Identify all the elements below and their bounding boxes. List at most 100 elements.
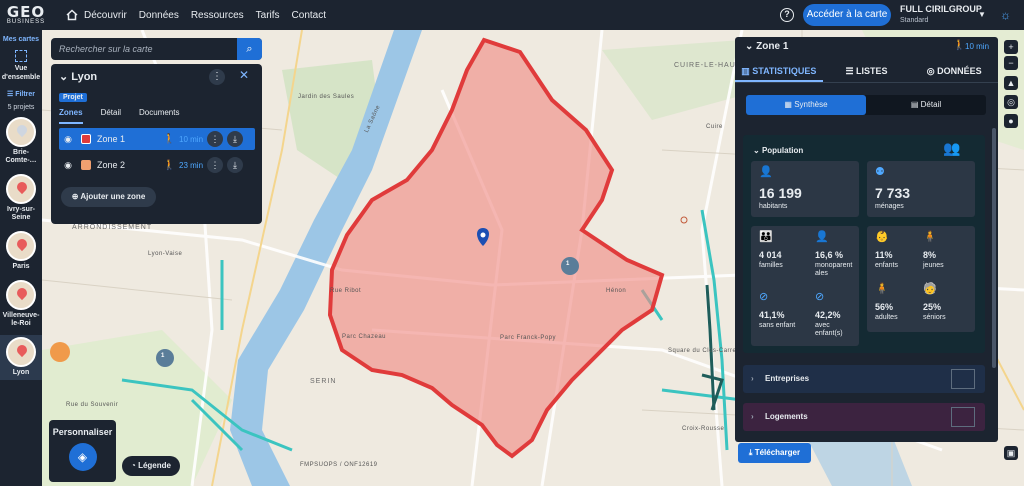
search-button[interactable]: ⌕ [237,38,262,60]
nav-item-contact[interactable]: Contact [292,10,326,21]
zone-menu-button[interactable]: ⋮ [207,157,223,173]
eye-icon: ◎ [926,66,935,76]
chevron-down-icon[interactable]: ▼ [978,10,986,19]
zone-title-label: Zone 1 [756,41,789,52]
youth-value: 8% [923,250,937,260]
download-label: Télécharger [754,448,801,457]
zone-row-1[interactable]: ◉ Zone 1 🚶 10 min ⋮ ⤓ [59,128,255,150]
compass-icon[interactable]: ▲ [1004,76,1018,90]
help-icon[interactable]: ? [780,8,794,22]
sidebar-project-paris[interactable]: Paris [0,229,42,274]
zoom-in-button[interactable]: + [1004,40,1018,54]
house-icon [951,407,975,427]
save-icon[interactable]: ▣ [1004,446,1018,460]
poi-cluster-marker[interactable] [561,257,579,275]
logo-tagline: BUSINESS [6,19,46,25]
adult-icon: 🧍 [875,283,889,295]
segment-detail[interactable]: ▤ Détail [866,95,986,115]
zone-menu-button[interactable]: ⋮ [207,131,223,147]
layers-button[interactable]: ◈ [68,443,97,471]
nav-item-ressources[interactable]: Ressources [191,10,244,21]
project-marker[interactable] [50,342,70,362]
tab-listes[interactable]: ☰ LISTES [823,59,911,82]
section-label: Entreprises [765,374,810,383]
adults-label: adultes [875,314,898,321]
population-header[interactable]: ⌄ Population [753,146,803,155]
tab-documents[interactable]: Documents [139,108,179,124]
section-entreprises[interactable]: › Entreprises [743,365,985,393]
zone-color-swatch[interactable] [81,134,91,144]
tab-donnees[interactable]: ◎ DONNÉES [910,59,998,82]
zone-row-2[interactable]: ◉ Zone 2 🚶 23 min ⋮ ⤓ [59,154,255,176]
nav-item-decouvrir[interactable]: Découvrir [84,10,127,21]
senior-icon: 🧓 [923,283,937,295]
segment-label: Détail [920,100,942,109]
stats-scrollbar[interactable] [992,128,996,368]
with-child-icon: ⊘ [815,291,825,303]
nav-item-donnees[interactable]: Données [139,10,179,21]
filter-button[interactable]: ☰ Filtrer [0,90,42,98]
seniors-label: séniors [923,314,946,321]
search-input[interactable] [51,38,237,60]
sidebar-project-ivry[interactable]: Ivry-sur-Seine [0,172,42,225]
zone-name: Zone 2 [97,160,126,170]
download-button[interactable]: ⤓ Télécharger [738,443,811,463]
zoom-out-button[interactable]: − [1004,56,1018,70]
street-view-icon[interactable]: ● [1004,114,1018,128]
map-label: Square du Clos-Carret [668,348,739,354]
chevron-down-icon[interactable]: ⌄ [745,41,753,52]
tab-zones[interactable]: Zones [59,108,83,124]
download-icon[interactable]: ⤓ [227,131,243,147]
map-label: Rue Ribot [330,288,362,294]
logo-text: GEO [6,3,46,21]
access-map-button[interactable]: Accéder à la carte [803,4,891,26]
age-stat-group: 👶 11% enfants 🧍 8% jeunes 🧍 56% adultes … [867,226,975,332]
locate-icon[interactable]: ◎ [1004,95,1018,109]
sidebar-project-label: Ivry-sur-Seine [6,206,35,221]
poi-cluster-marker[interactable] [156,349,174,367]
theme-toggle-icon[interactable]: ☼ [1000,8,1011,22]
no-child-label: sans enfant [759,322,796,329]
eye-icon[interactable]: ◉ [59,160,77,171]
legend-label: Légende [138,461,171,470]
overview-button[interactable]: Vue d'ensemble [0,48,42,82]
with-child-label: avec enfant(s) [815,322,843,337]
seniors-value: 25% [923,302,942,312]
project-menu-button[interactable]: ⋮ [209,69,225,85]
project-title[interactable]: ⌄ Lyon [59,70,97,83]
zone-title[interactable]: ⌄ Zone 1 [745,41,788,52]
chevron-down-icon[interactable]: ⌄ [753,146,760,155]
sidebar-project-brie[interactable]: Brie-Comte-… [0,115,42,168]
chevron-down-icon[interactable]: ⌄ [59,71,68,83]
close-icon[interactable]: ✕ [239,68,249,82]
top-bar: GEO BUSINESS Découvrir Données Ressource… [0,0,1024,30]
eye-icon[interactable]: ◉ [59,134,77,145]
zone-name: Zone 1 [97,134,126,144]
tab-statistiques[interactable]: ▥ STATISTIQUES [735,59,823,82]
adults-value: 56% [875,302,894,312]
cluster-count: 1 [161,353,165,359]
download-icon[interactable]: ⤓ [227,157,243,173]
tab-label: DONNÉES [937,66,982,76]
project-tag: Projet [59,93,87,102]
account-menu[interactable]: FULL CIRILGROUP Standard [900,4,990,26]
segment-synthese[interactable]: ▦ Synthèse [746,95,866,115]
nav-item-tarifs[interactable]: Tarifs [256,10,280,21]
nav-home[interactable]: Découvrir [66,9,127,21]
project-tabs: Zones Détail Documents [59,108,179,124]
sidebar-project-villeneuve[interactable]: Villeneuve-le-Roi [0,278,42,331]
section-logements[interactable]: › Logements [743,403,985,431]
tab-label: STATISTIQUES [752,66,817,76]
sidebar-project-lyon[interactable]: Lyon [0,335,42,380]
youth-icon: 🧍 [923,231,937,243]
map-label: Hénon [606,288,627,294]
logo[interactable]: GEO BUSINESS [0,0,52,30]
tab-detail[interactable]: Détail [101,108,121,124]
legend-button[interactable]: ◔ Légende [122,456,180,476]
zone-color-swatch[interactable] [81,160,91,170]
projects-sidebar: Mes cartes Vue d'ensemble ☰ Filtrer 5 pr… [0,30,42,486]
add-zone-button[interactable]: ⊕ Ajouter une zone [61,187,156,207]
walking-icon: 🚶 [163,159,176,171]
project-panel: ⌄ Lyon ⋮ ✕ Projet Zones Détail Documents… [51,64,262,224]
sidebar-project-label: Paris [12,263,30,270]
